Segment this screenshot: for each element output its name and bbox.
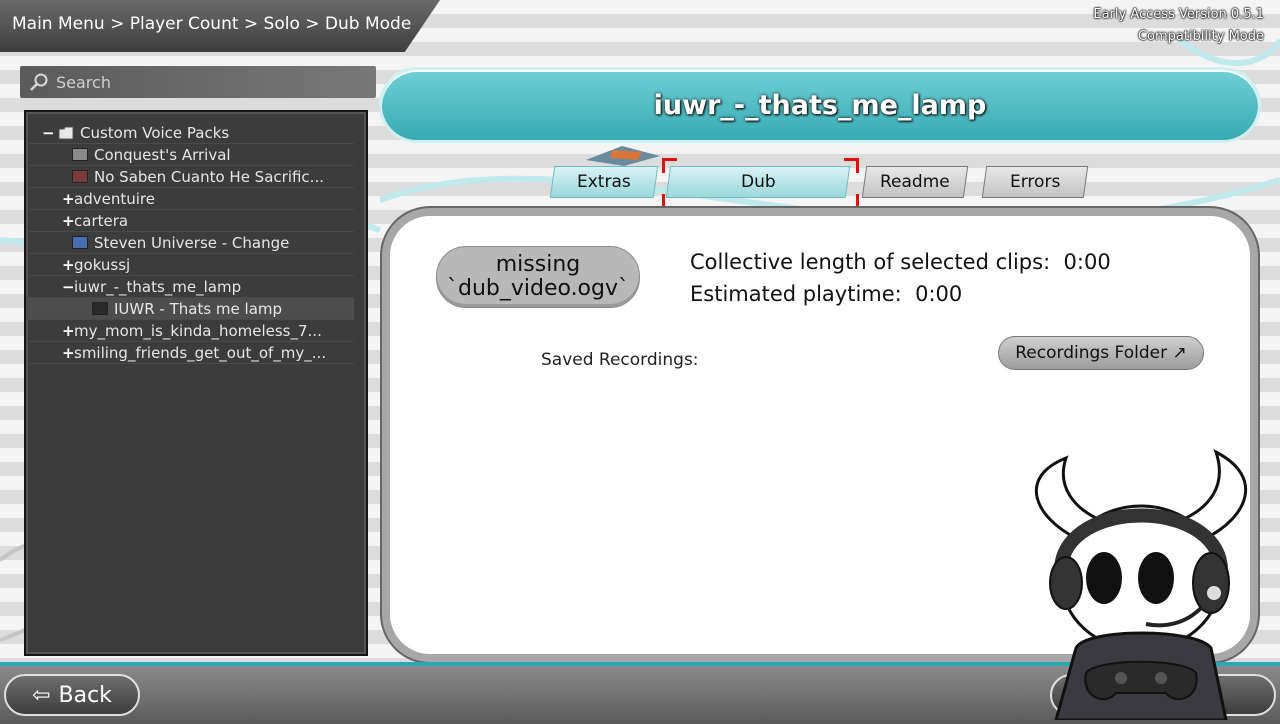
voice-pack-thumbnail <box>72 236 88 249</box>
tab-dub-label: Dub <box>740 172 776 192</box>
tree-item[interactable]: IUWR - Thats me lamp <box>26 298 354 320</box>
tree-item[interactable]: + my_mom_is_kinda_homeless_7... <box>26 320 354 342</box>
title-banner: iuwr_-_thats_me_lamp <box>382 70 1258 140</box>
missing-video-badge: missing `dub_video.ogv` <box>436 246 640 308</box>
version-label: Early Access Version 0.5.1 <box>1093 7 1264 22</box>
compatibility-mode-label: Compatibility Mode <box>1137 29 1264 44</box>
search-input[interactable] <box>54 71 358 93</box>
back-arrow-icon: ⇦ <box>32 682 51 708</box>
tab-errors[interactable]: Errors <box>981 166 1089 198</box>
recordings-folder-button[interactable]: Recordings Folder ↗ <box>998 336 1204 370</box>
tree-item-label: Steven Universe - Change <box>94 233 290 252</box>
tree-item-label: iuwr_-_thats_me_lamp <box>74 277 242 296</box>
tab-errors-label: Errors <box>1009 172 1061 192</box>
tree-item-label: gokussj <box>74 255 131 274</box>
tree-item[interactable]: − iuwr_-_thats_me_lamp <box>26 276 354 298</box>
folder-icon <box>58 126 74 139</box>
tree-item-label: my_mom_is_kinda_homeless_7... <box>74 321 322 340</box>
estimated-playtime-value: 0:00 <box>915 282 963 306</box>
estimated-playtime-label: Estimated playtime: <box>690 282 902 306</box>
tab-readme-label: Readme <box>880 172 950 192</box>
mascot-character-image <box>1034 448 1247 720</box>
expand-icon[interactable]: + <box>62 344 75 362</box>
estimated-playtime-row: Estimated playtime: 0:00 <box>690 278 1111 310</box>
back-button-label: Back <box>58 682 112 708</box>
missing-filename: `dub_video.ogv` <box>446 276 629 301</box>
tree-item-label: IUWR - Thats me lamp <box>114 299 283 318</box>
tree-item-label: smiling_friends_get_out_of_my_... <box>74 343 327 362</box>
search-icon <box>30 73 48 91</box>
collapse-icon[interactable]: − <box>62 278 75 296</box>
pack-title: iuwr_-_thats_me_lamp <box>653 89 987 121</box>
selection-corner-bl <box>662 194 677 209</box>
tab-dub[interactable]: Dub <box>665 166 851 198</box>
collective-length-row: Collective length of selected clips: 0:0… <box>690 246 1111 278</box>
missing-label: missing <box>495 252 581 277</box>
expand-icon[interactable]: + <box>62 212 75 230</box>
tree-item-label: cartera <box>74 211 129 230</box>
tab-readme[interactable]: Readme <box>861 166 969 198</box>
collapse-icon[interactable]: − <box>42 124 55 142</box>
selection-corner-tl <box>662 158 677 173</box>
tree-item[interactable]: + smiling_friends_get_out_of_my_... <box>26 342 354 364</box>
tab-bar: Extras Dub Readme Errors <box>0 158 1280 209</box>
collective-length-value: 0:00 <box>1063 250 1111 274</box>
saved-recordings-label: Saved Recordings: <box>541 350 699 370</box>
tree-item[interactable]: + gokussj <box>26 254 354 276</box>
tree-item[interactable]: Steven Universe - Change <box>26 232 354 254</box>
voice-pack-thumbnail <box>92 302 108 315</box>
expand-icon[interactable]: + <box>62 322 75 340</box>
tab-extras[interactable]: Extras <box>549 166 659 198</box>
selection-corner-tr <box>844 158 859 173</box>
version-info: Early Access Version 0.5.1 Compatibility… <box>1093 4 1264 48</box>
tree-item[interactable]: − Custom Voice Packs <box>26 122 354 144</box>
collective-length-label: Collective length of selected clips: <box>690 250 1051 274</box>
tab-extras-label: Extras <box>577 172 631 192</box>
tree-item[interactable]: + cartera <box>26 210 354 232</box>
back-button[interactable]: ⇦ Back <box>4 674 140 716</box>
expand-icon[interactable]: + <box>62 256 75 274</box>
search-bar[interactable] <box>20 66 376 98</box>
tree-item-label: Custom Voice Packs <box>80 123 230 142</box>
clip-stats: Collective length of selected clips: 0:0… <box>690 246 1111 310</box>
breadcrumb: Main Menu > Player Count > Solo > Dub Mo… <box>12 14 412 34</box>
selection-corner-br <box>844 194 859 209</box>
